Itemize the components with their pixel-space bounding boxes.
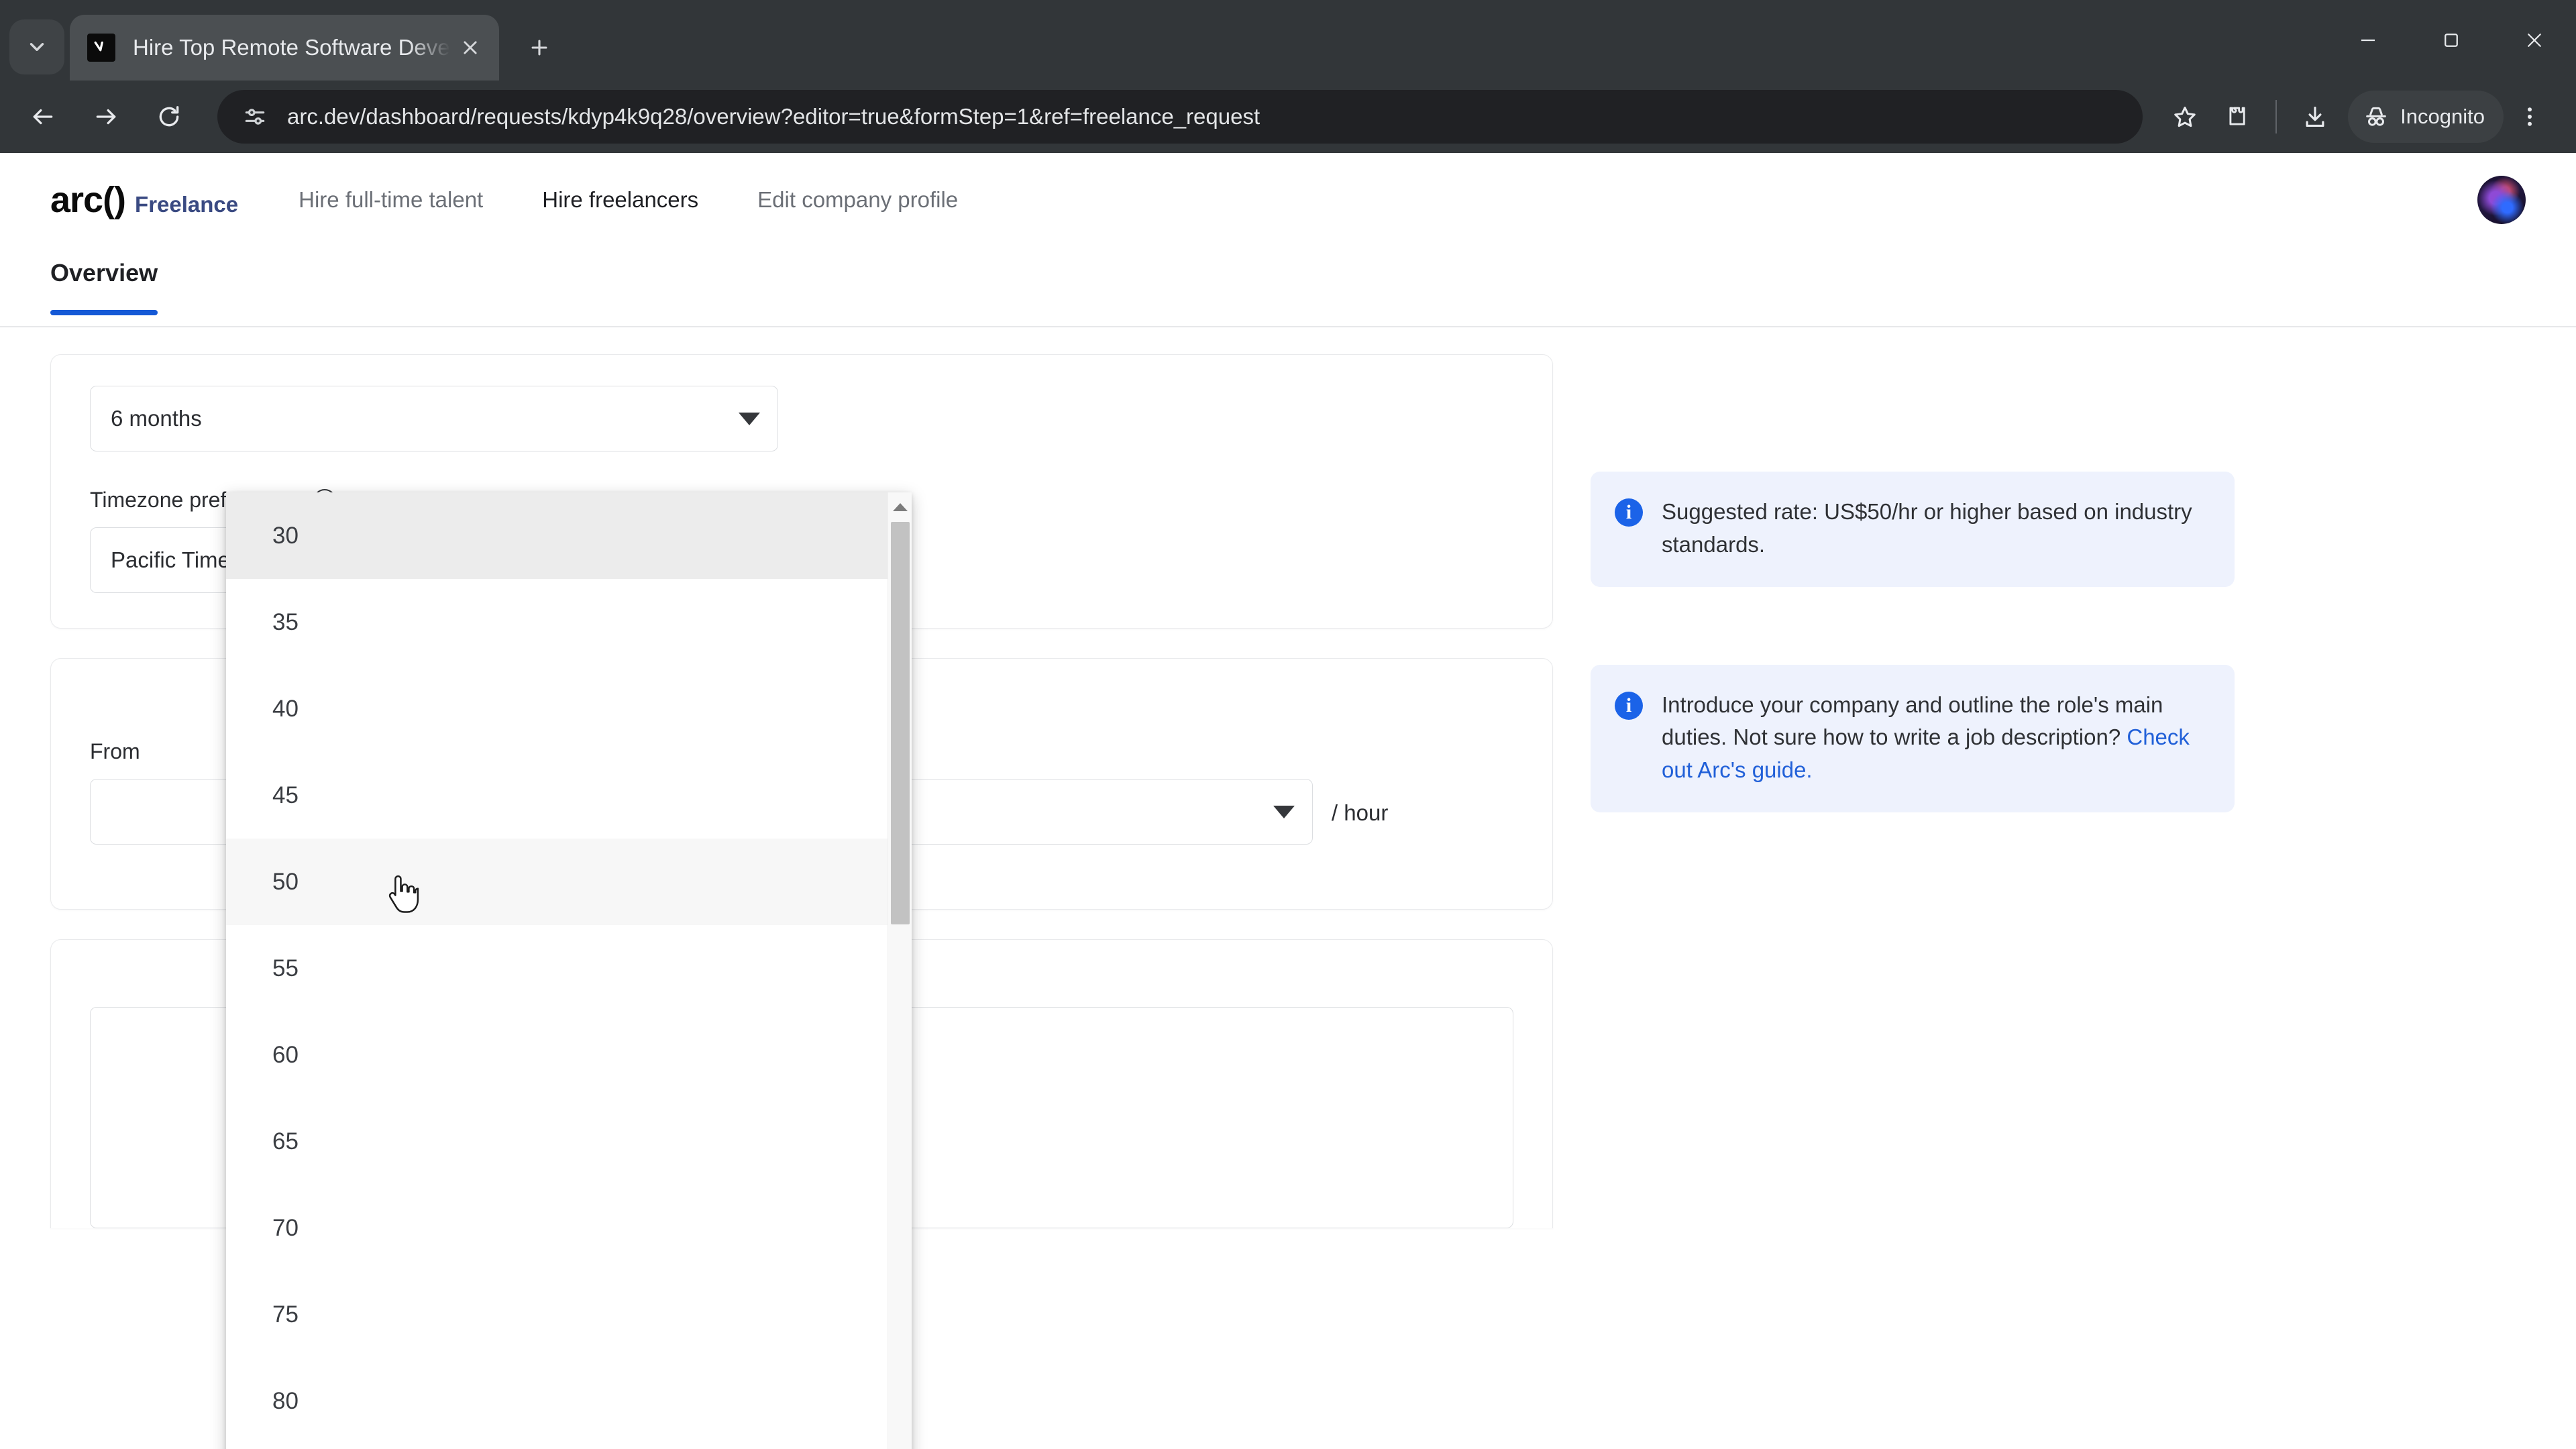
avatar[interactable] — [2477, 175, 2526, 224]
tab-strip: Hire Top Remote Software Deve — [0, 0, 2576, 80]
suggested-rate-text: Suggested rate: US$50/hr or higher based… — [1662, 499, 2192, 557]
incognito-label: Incognito — [2400, 105, 2485, 128]
duration-field: 6 months — [90, 386, 778, 451]
star-icon — [2174, 107, 2196, 127]
tab-search-button[interactable] — [9, 19, 64, 74]
nav-item-hire-full-time-talent[interactable]: Hire full-time talent — [299, 187, 483, 213]
browser-window: Hire Top Remote Software Deve arc.dev/da… — [0, 0, 2576, 1449]
reload-icon — [159, 106, 179, 127]
close-icon[interactable] — [453, 31, 487, 64]
minimize-button[interactable] — [2326, 0, 2410, 80]
dropdown-option[interactable]: 75 — [226, 1271, 888, 1358]
site-header: arc() Freelance Hire full-time talent Hi… — [0, 153, 2576, 247]
scrollbar-thumb[interactable] — [891, 522, 910, 924]
info-icon: i — [1615, 691, 1643, 720]
dropdown-option[interactable]: 85 — [226, 1444, 888, 1449]
arrow-left-icon — [33, 109, 53, 125]
dropdown-scrollbar[interactable] — [888, 492, 912, 1449]
dropdown-option[interactable]: 40 — [226, 665, 888, 752]
toolbar-divider — [2275, 100, 2277, 133]
info-icon: i — [1615, 498, 1643, 527]
suggested-rate-callout: i Suggested rate: US$50/hr or higher bas… — [1591, 472, 2235, 587]
maximize-icon — [2445, 34, 2458, 47]
incognito-indicator[interactable]: Incognito — [2348, 91, 2504, 143]
duration-spacer — [825, 386, 1513, 451]
bookmark-button[interactable] — [2159, 91, 2211, 143]
dropdown-option-list[interactable]: 303540455055606570758085 — [226, 492, 888, 1449]
arc-favicon — [87, 34, 115, 62]
scroll-up-arrow-icon[interactable] — [888, 495, 912, 519]
window-controls — [2326, 0, 2576, 80]
address-bar[interactable]: arc.dev/dashboard/requests/kdyp4k9q28/ov… — [217, 90, 2143, 144]
dropdown-option[interactable]: 50 — [226, 839, 888, 925]
plus-icon — [531, 40, 547, 56]
tabs-divider — [0, 326, 2576, 327]
minimize-icon — [2361, 39, 2375, 42]
arrow-right-icon — [96, 109, 116, 125]
chevron-down-icon — [30, 43, 44, 51]
page-viewport: arc() Freelance Hire full-time talent Hi… — [0, 153, 2576, 1449]
incognito-icon — [2366, 107, 2387, 126]
forward-button[interactable] — [78, 89, 134, 145]
brand-logo[interactable]: arc() Freelance — [50, 179, 238, 221]
browser-menu-button[interactable] — [2504, 91, 2556, 143]
dropdown-option[interactable]: 80 — [226, 1358, 888, 1444]
extensions-button[interactable] — [2211, 91, 2263, 143]
kebab-menu-icon — [2527, 107, 2532, 126]
duration-value: 6 months — [111, 406, 202, 431]
dropdown-option[interactable]: 35 — [226, 579, 888, 665]
tab-overview[interactable]: Overview — [50, 247, 158, 315]
dropdown-option[interactable]: 65 — [226, 1098, 888, 1185]
dropdown-option[interactable]: 60 — [226, 1012, 888, 1098]
brand-subtitle: Freelance — [135, 191, 239, 217]
job-description-callout: i Introduce your company and outline the… — [1591, 664, 2235, 813]
browser-tab[interactable]: Hire Top Remote Software Deve — [70, 15, 499, 80]
chevron-down-icon — [1273, 805, 1295, 818]
tab-title: Hire Top Remote Software Deve — [133, 35, 450, 60]
downloads-button[interactable] — [2289, 91, 2341, 143]
primary-nav: Hire full-time talent Hire freelancers E… — [299, 187, 1017, 213]
rate-from-dropdown[interactable]: 303540455055606570758085 — [226, 492, 912, 1449]
dropdown-option[interactable]: 70 — [226, 1185, 888, 1271]
new-tab-button[interactable] — [514, 22, 565, 73]
maximize-button[interactable] — [2410, 0, 2493, 80]
nav-item-edit-company-profile[interactable]: Edit company profile — [757, 187, 958, 213]
job-description-hint-text: Introduce your company and outline the r… — [1662, 692, 2163, 750]
url-text: arc.dev/dashboard/requests/kdyp4k9q28/ov… — [287, 104, 1260, 129]
back-button[interactable] — [15, 89, 71, 145]
close-window-button[interactable] — [2493, 0, 2576, 80]
puzzle-icon — [2229, 107, 2245, 125]
dropdown-option[interactable]: 45 — [226, 752, 888, 839]
rate-unit-suffix: / hour — [1331, 800, 1389, 825]
hints-column: i Suggested rate: US$50/hr or higher bas… — [1591, 354, 2235, 861]
duration-select[interactable]: 6 months — [90, 386, 778, 451]
nav-item-hire-freelancers[interactable]: Hire freelancers — [542, 187, 698, 213]
tune-icon[interactable] — [237, 99, 272, 134]
chevron-down-icon — [739, 412, 760, 425]
dropdown-option[interactable]: 30 — [226, 492, 888, 579]
timezone-spacer — [825, 488, 1513, 593]
reload-button[interactable] — [141, 89, 197, 145]
brand-mark: arc() — [50, 179, 126, 220]
browser-toolbar: arc.dev/dashboard/requests/kdyp4k9q28/ov… — [0, 80, 2576, 153]
duration-row: 6 months — [90, 386, 1513, 451]
toolbar-actions: Incognito — [2159, 91, 2556, 143]
dropdown-option[interactable]: 55 — [226, 925, 888, 1012]
close-icon — [2528, 34, 2541, 47]
job-description-hint: Introduce your company and outline the r… — [1662, 689, 2206, 787]
page-tabs: Overview — [0, 247, 2576, 327]
download-icon — [2306, 106, 2324, 127]
